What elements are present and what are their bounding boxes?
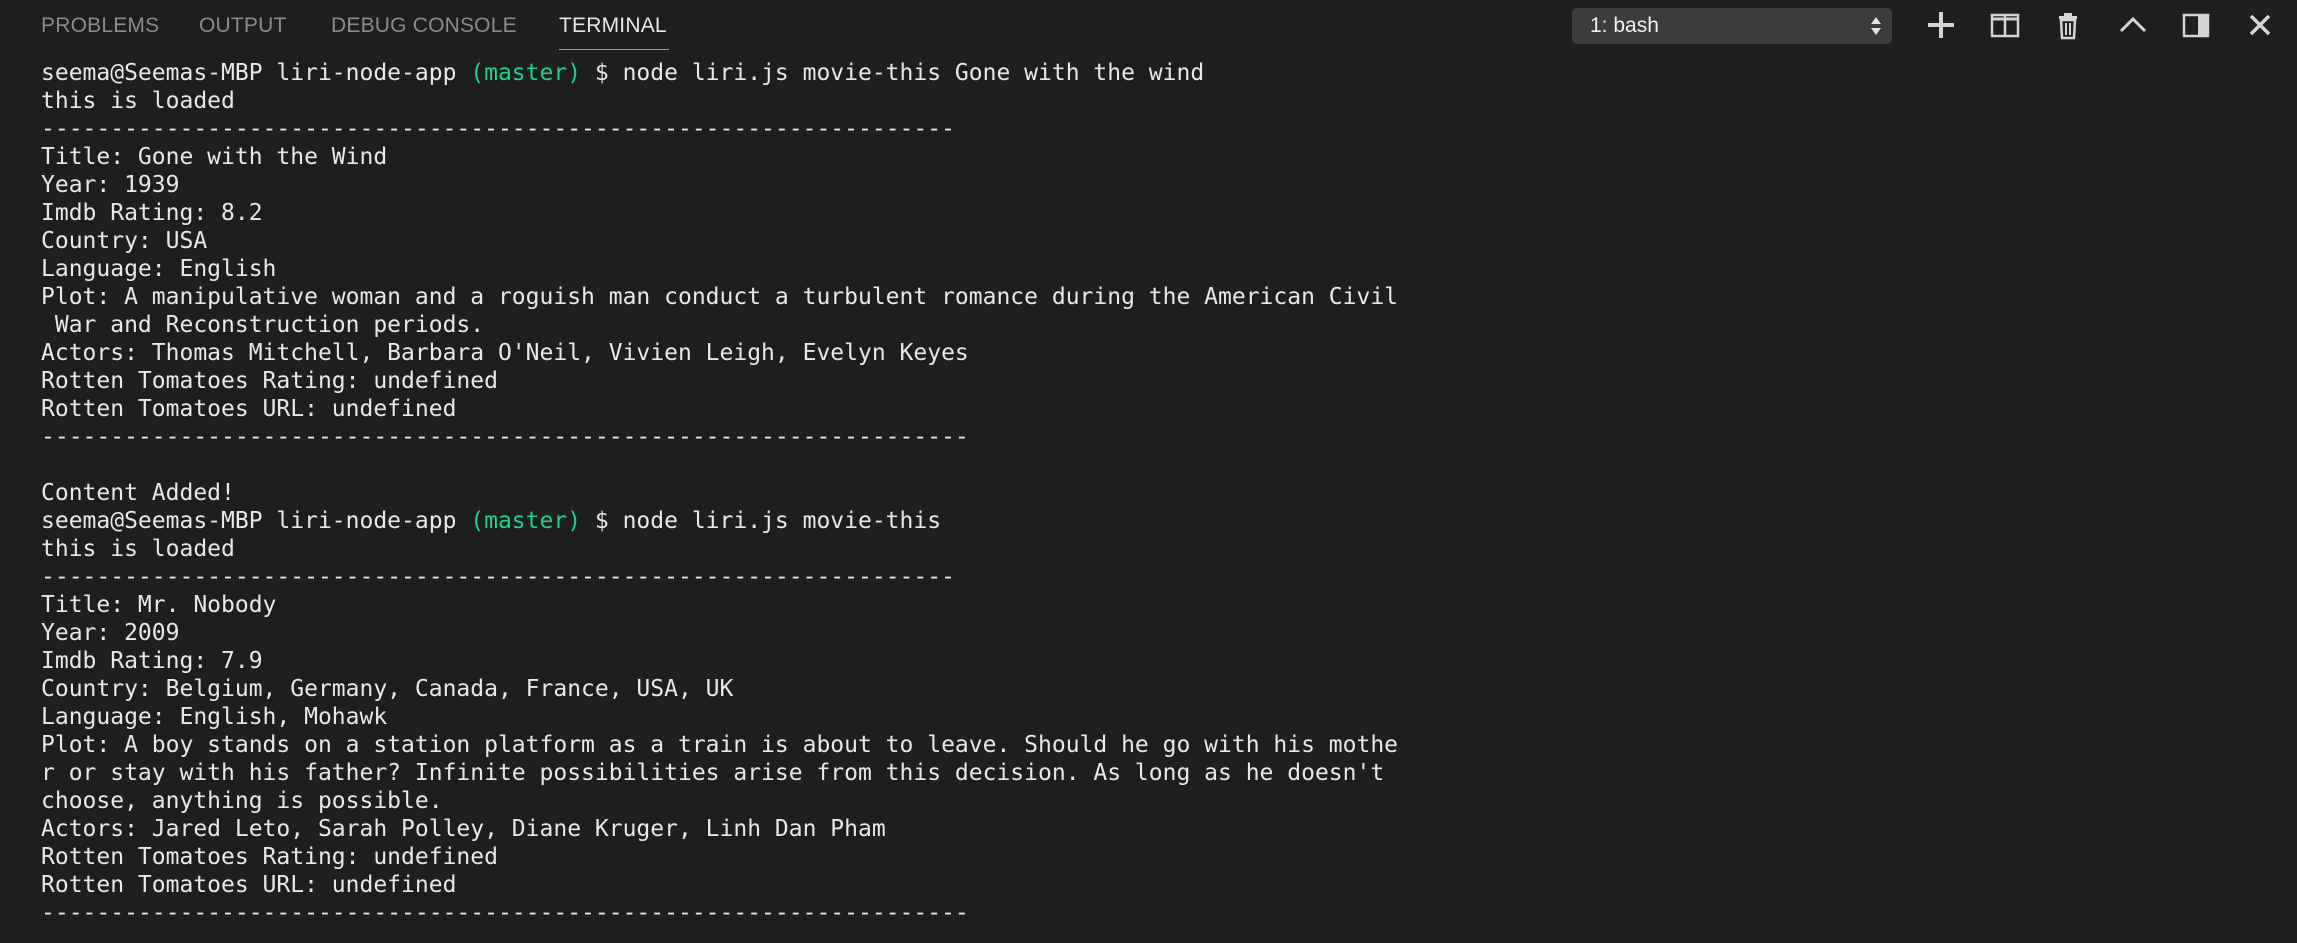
terminal-text: Language: English, Mohawk — [41, 704, 388, 730]
terminal-line: Rotten Tomatoes URL: undefined — [41, 395, 2241, 423]
terminal-line: Country: Belgium, Germany, Canada, Franc… — [41, 675, 2241, 703]
plus-icon[interactable] — [1924, 8, 1958, 42]
terminal-text: ----------------------------------------… — [41, 116, 955, 142]
terminal-text: seema@Seemas-MBP liri-node-app — [41, 508, 471, 534]
terminal-text: Country: Belgium, Germany, Canada, Franc… — [41, 676, 734, 702]
terminal-line: ----------------------------------------… — [41, 423, 2241, 451]
terminal-text: Rotten Tomatoes Rating: undefined — [41, 844, 498, 870]
terminal-text: Actors: Thomas Mitchell, Barbara O'Neil,… — [41, 340, 969, 366]
terminal-line: r or stay with his father? Infinite poss… — [41, 759, 2241, 787]
terminal-text: this is loaded — [41, 88, 235, 114]
terminal-text: ----------------------------------------… — [41, 900, 969, 926]
git-branch-label: (master) — [470, 60, 582, 86]
terminal-text: Rotten Tomatoes Rating: undefined — [41, 368, 498, 394]
terminal-line: Plot: A boy stands on a station platform… — [41, 731, 2241, 759]
terminal-text: ----------------------------------------… — [41, 424, 969, 450]
terminal-line: Rotten Tomatoes URL: undefined — [41, 871, 2241, 899]
terminal-text: Country: USA — [41, 228, 208, 254]
terminal-line: this is loaded — [41, 535, 2241, 563]
select-arrows-icon — [1871, 17, 1881, 35]
terminal-line: seema@Seemas-MBP liri-node-app (master) … — [41, 59, 2241, 87]
terminal-text: Year: 2009 — [41, 620, 180, 646]
terminal-text: $ node liri.js movie-this — [581, 508, 942, 534]
terminal-text: $ node liri.js movie-this Gone with the … — [581, 60, 1205, 86]
terminal-line: seema@Seemas-MBP liri-node-app (master) … — [41, 507, 2241, 535]
terminal-text: War and Reconstruction periods. — [41, 312, 485, 338]
terminal-selector[interactable]: 1: bash — [1572, 8, 1892, 44]
terminal-line: Actors: Jared Leto, Sarah Polley, Diane … — [41, 815, 2241, 843]
terminal-output[interactable]: seema@Seemas-MBP liri-node-app (master) … — [41, 59, 2241, 927]
close-icon[interactable] — [2243, 8, 2277, 42]
chevron-up-icon[interactable] — [2116, 8, 2150, 42]
split-icon[interactable] — [1988, 8, 2022, 42]
terminal-line: Rotten Tomatoes Rating: undefined — [41, 843, 2241, 871]
terminal-text: Imdb Rating: 8.2 — [41, 200, 263, 226]
terminal-text: Title: Mr. Nobody — [41, 592, 277, 618]
terminal-line: ----------------------------------------… — [41, 899, 2241, 927]
terminal-line: ----------------------------------------… — [41, 563, 2241, 591]
terminal-line: Plot: A manipulative woman and a roguish… — [41, 283, 2241, 311]
terminal-line: Title: Gone with the Wind — [41, 143, 2241, 171]
terminal-line: Imdb Rating: 7.9 — [41, 647, 2241, 675]
active-tab-indicator — [559, 49, 669, 50]
terminal-line: Language: English — [41, 255, 2241, 283]
terminal-line: ----------------------------------------… — [41, 115, 2241, 143]
panel-right-icon[interactable] — [2179, 8, 2213, 42]
tab-problems[interactable]: PROBLEMS — [41, 14, 159, 38]
terminal-text: Plot: A boy stands on a station platform… — [41, 732, 1399, 758]
terminal-text: Imdb Rating: 7.9 — [41, 648, 263, 674]
terminal-line: Year: 2009 — [41, 619, 2241, 647]
terminal-text: Language: English — [41, 256, 277, 282]
terminal-text: Content Added! — [41, 480, 235, 506]
terminal-line: Imdb Rating: 8.2 — [41, 199, 2241, 227]
trash-icon[interactable] — [2051, 8, 2085, 42]
terminal-selector-value: 1: bash — [1590, 14, 1659, 37]
terminal-line: Country: USA — [41, 227, 2241, 255]
terminal-text: ----------------------------------------… — [41, 564, 955, 590]
terminal-line: Title: Mr. Nobody — [41, 591, 2241, 619]
terminal-line: Content Added! — [41, 479, 2241, 507]
terminal-text: this is loaded — [41, 536, 235, 562]
terminal-line: War and Reconstruction periods. — [41, 311, 2241, 339]
terminal-line: this is loaded — [41, 87, 2241, 115]
terminal-text: seema@Seemas-MBP liri-node-app — [41, 60, 471, 86]
terminal-text: Actors: Jared Leto, Sarah Polley, Diane … — [41, 816, 886, 842]
terminal-text: Plot: A manipulative woman and a roguish… — [41, 284, 1399, 310]
terminal-text: Title: Gone with the Wind — [41, 144, 388, 170]
terminal-line: Actors: Thomas Mitchell, Barbara O'Neil,… — [41, 339, 2241, 367]
terminal-line: Year: 1939 — [41, 171, 2241, 199]
git-branch-label: (master) — [470, 508, 582, 534]
tab-output[interactable]: OUTPUT — [199, 14, 287, 38]
tab-terminal[interactable]: TERMINAL — [559, 14, 667, 38]
terminal-line: choose, anything is possible. — [41, 787, 2241, 815]
terminal-text: Rotten Tomatoes URL: undefined — [41, 396, 457, 422]
terminal-text: choose, anything is possible. — [41, 788, 443, 814]
terminal-line: Language: English, Mohawk — [41, 703, 2241, 731]
terminal-line: Rotten Tomatoes Rating: undefined — [41, 367, 2241, 395]
terminal-text: r or stay with his father? Infinite poss… — [41, 760, 1385, 786]
panel-tab-bar: PROBLEMS OUTPUT DEBUG CONSOLE TERMINAL 1… — [0, 0, 2297, 52]
tab-debug-console[interactable]: DEBUG CONSOLE — [331, 14, 517, 38]
terminal-text: Rotten Tomatoes URL: undefined — [41, 872, 457, 898]
terminal-text: Year: 1939 — [41, 172, 180, 198]
